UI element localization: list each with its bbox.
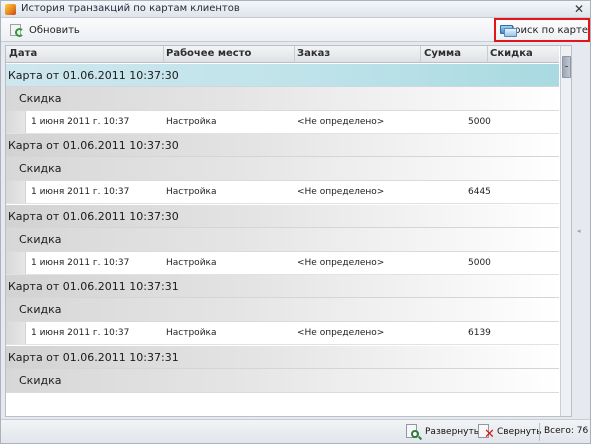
toolbar: Обновить Поиск по карте bbox=[1, 18, 590, 42]
expand-magnifier-icon bbox=[405, 423, 423, 441]
cell-order: <Не определено> bbox=[297, 117, 385, 127]
status-divider bbox=[539, 423, 540, 441]
cell-sum: 5000 bbox=[468, 258, 491, 268]
table-row[interactable]: 1 июня 2011 г. 10:37 Настройка <Не опред… bbox=[6, 181, 559, 204]
group-card-label: Карта от 01.06.2011 10:37:31 bbox=[8, 279, 179, 293]
table-row[interactable]: 1 июня 2011 г. 10:37 Настройка <Не опред… bbox=[6, 252, 559, 275]
group-row-type[interactable]: Скидка bbox=[6, 87, 559, 111]
search-by-card-label: Поиск по карте bbox=[506, 24, 588, 36]
column-header-sum[interactable]: Сумма bbox=[424, 48, 461, 59]
cards-icon bbox=[500, 23, 517, 38]
group-type-label: Скидка bbox=[19, 303, 62, 316]
cell-date: 1 июня 2011 г. 10:37 bbox=[31, 187, 130, 197]
group-row-card[interactable]: Карта от 01.06.2011 10:37:30 bbox=[6, 134, 559, 157]
total-count: Всего: 76 bbox=[544, 426, 589, 436]
grid-header: Дата Рабочее место Заказ Сумма Скидка bbox=[6, 46, 559, 63]
vertical-scrollbar[interactable] bbox=[560, 46, 571, 416]
cell-sum: 6139 bbox=[468, 328, 491, 338]
group-type-label: Скидка bbox=[19, 162, 62, 175]
title-bar: История транзакций по картам клиентов ✕ bbox=[1, 1, 590, 18]
window-title: История транзакций по картам клиентов bbox=[21, 3, 240, 14]
status-bar: Развернуть ✕ Свернуть Всего: 76 bbox=[1, 419, 590, 443]
group-row-type[interactable]: Скидка bbox=[6, 369, 559, 393]
table-row[interactable]: 1 июня 2011 г. 10:37 Настройка <Не опред… bbox=[6, 111, 559, 134]
group-type-label: Скидка bbox=[19, 374, 62, 387]
transactions-grid: Дата Рабочее место Заказ Сумма Скидка Ка… bbox=[5, 45, 572, 417]
group-card-label: Карта от 01.06.2011 10:37:30 bbox=[8, 138, 179, 152]
refresh-label: Обновить bbox=[29, 24, 80, 36]
scrollbar-thumb[interactable] bbox=[562, 56, 571, 78]
close-icon[interactable]: ✕ bbox=[574, 2, 584, 16]
group-type-label: Скидка bbox=[19, 233, 62, 246]
group-card-label: Карта от 01.06.2011 10:37:30 bbox=[8, 209, 179, 223]
cell-date: 1 июня 2011 г. 10:37 bbox=[31, 258, 130, 268]
column-header-order[interactable]: Заказ bbox=[297, 48, 330, 59]
transactions-window: История транзакций по картам клиентов ✕ … bbox=[0, 0, 591, 444]
cell-workplace: Настройка bbox=[166, 328, 217, 338]
cell-workplace: Настройка bbox=[166, 117, 217, 127]
group-row-card[interactable]: Карта от 01.06.2011 10:37:31 bbox=[6, 275, 559, 298]
cell-order: <Не определено> bbox=[297, 258, 385, 268]
group-row-type[interactable]: Скидка bbox=[6, 157, 559, 181]
refresh-button[interactable]: Обновить bbox=[9, 21, 80, 39]
cell-workplace: Настройка bbox=[166, 258, 217, 268]
expand-label: Развернуть bbox=[425, 427, 480, 437]
group-card-label: Карта от 01.06.2011 10:37:31 bbox=[8, 350, 179, 364]
group-row-type[interactable]: Скидка bbox=[6, 298, 559, 322]
collapse-label: Свернуть bbox=[497, 427, 542, 437]
collapse-cross-icon: ✕ bbox=[477, 423, 495, 441]
group-row-card[interactable]: Карта от 01.06.2011 10:37:31 bbox=[6, 346, 559, 369]
cell-workplace: Настройка bbox=[166, 187, 217, 197]
app-icon bbox=[5, 4, 16, 15]
group-type-label: Скидка bbox=[19, 92, 62, 105]
cell-sum: 6445 bbox=[468, 187, 491, 197]
group-row-type[interactable]: Скидка bbox=[6, 228, 559, 252]
cell-date: 1 июня 2011 г. 10:37 bbox=[31, 328, 130, 338]
table-row[interactable]: 1 июня 2011 г. 10:37 Настройка <Не опред… bbox=[6, 322, 559, 345]
refresh-icon bbox=[9, 22, 25, 38]
column-header-date[interactable]: Дата bbox=[9, 48, 37, 59]
column-header-discount[interactable]: Скидка bbox=[490, 48, 533, 59]
group-card-label: Карта от 01.06.2011 10:37:30 bbox=[8, 68, 179, 82]
splitter-arrow-icon[interactable]: ◂ bbox=[577, 227, 581, 235]
cell-date: 1 июня 2011 г. 10:37 bbox=[31, 117, 130, 127]
cell-order: <Не определено> bbox=[297, 328, 385, 338]
column-header-workplace[interactable]: Рабочее место bbox=[166, 48, 251, 59]
search-by-card-button[interactable]: Поиск по карте bbox=[494, 18, 590, 42]
cell-sum: 5000 bbox=[468, 117, 491, 127]
cell-order: <Не определено> bbox=[297, 187, 385, 197]
group-row-card[interactable]: Карта от 01.06.2011 10:37:30 bbox=[6, 205, 559, 228]
expand-all-button[interactable]: Развернуть bbox=[405, 423, 479, 441]
group-row-card[interactable]: Карта от 01.06.2011 10:37:30 bbox=[6, 64, 559, 87]
collapse-all-button[interactable]: ✕ Свернуть bbox=[477, 423, 542, 441]
